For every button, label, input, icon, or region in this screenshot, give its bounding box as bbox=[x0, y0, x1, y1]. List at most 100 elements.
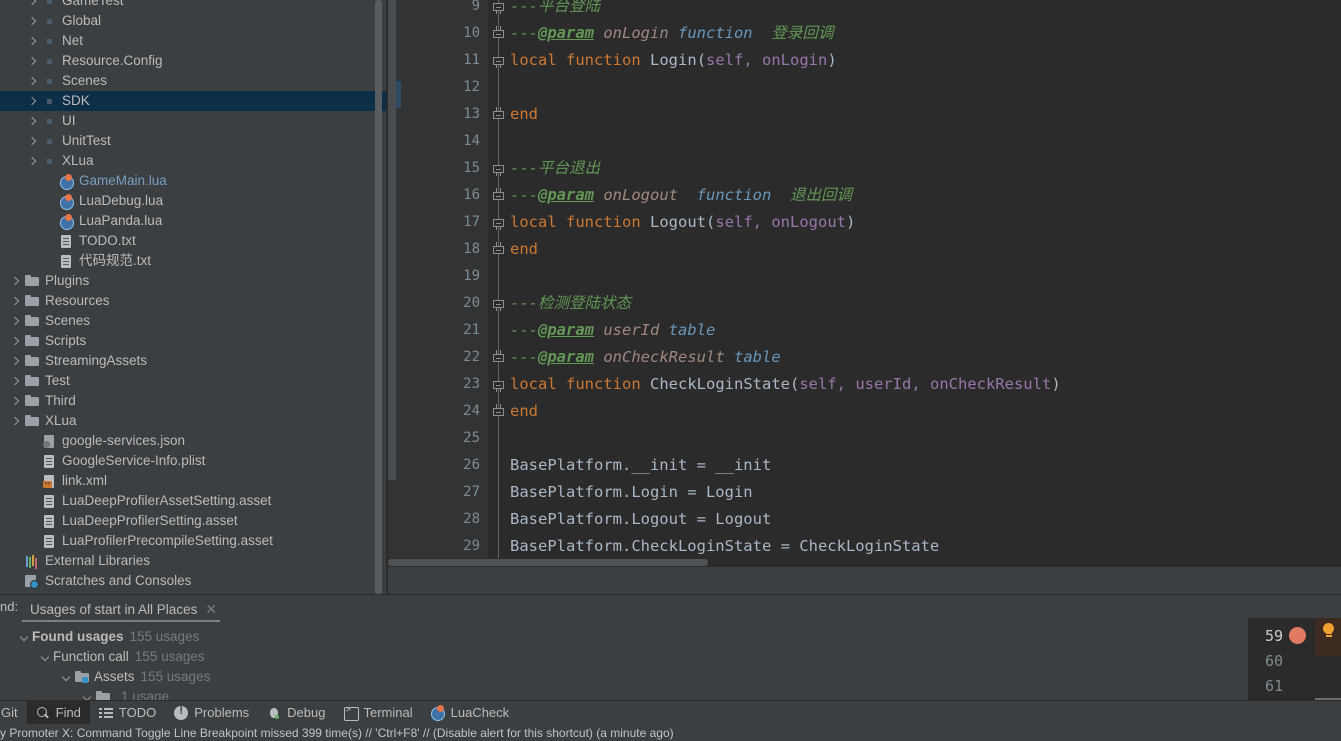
code-editor[interactable]: 9 10 11 12 13 14 15 16 17 18 19 20 21 22 23 24 25 26 27 28 2… bbox=[388, 0, 1341, 567]
chevron-right-icon[interactable] bbox=[26, 155, 39, 168]
tree-item-luaprofilerprecompilesetting-asset[interactable]: LuaProfilerPrecompileSetting.asset bbox=[0, 531, 386, 551]
tree-item-scenes[interactable]: Scenes bbox=[0, 311, 386, 331]
code-line[interactable]: local function Logout(self, onLogout) bbox=[510, 209, 1341, 236]
chevron-right-icon[interactable] bbox=[26, 15, 39, 28]
tree-item-scripts[interactable]: Scripts bbox=[0, 331, 386, 351]
chevron-right-icon[interactable] bbox=[26, 95, 39, 108]
find-tool-window[interactable]: nd: Usages of start in All Places ✕ Foun… bbox=[0, 594, 1341, 704]
tool-window-tab-find[interactable]: Find bbox=[26, 700, 90, 725]
tree-item--txt[interactable]: 代码规范.txt bbox=[0, 251, 386, 271]
tree-item-gamemain-lua[interactable]: GameMain.lua bbox=[0, 171, 386, 191]
code-fold-marker[interactable] bbox=[491, 378, 506, 392]
tree-item-luadebug-lua[interactable]: LuaDebug.lua bbox=[0, 191, 386, 211]
code-fold-marker[interactable] bbox=[491, 188, 506, 202]
tool-window-tab-luacheck[interactable]: LuaCheck bbox=[422, 701, 519, 725]
tree-item-xlua[interactable]: XLua bbox=[0, 411, 386, 431]
tool-window-tab-todo[interactable]: TODO bbox=[90, 701, 165, 725]
code-line[interactable]: BasePlatform.__init = __init bbox=[510, 452, 1341, 479]
editor-code-area[interactable]: ---平台登陆 ---@param onLogin function 登录回调 lo… bbox=[510, 0, 1341, 555]
tree-item-link-xml[interactable]: <> link.xml bbox=[0, 471, 386, 491]
code-fold-marker[interactable] bbox=[491, 242, 506, 256]
code-line[interactable]: ---平台登陆 bbox=[510, 0, 1341, 20]
find-results-tree[interactable]: Found usages 155 usages Function call 155 u… bbox=[0, 627, 1341, 705]
close-icon[interactable]: ✕ bbox=[205, 602, 217, 616]
code-line[interactable]: BasePlatform.CheckLoginState = CheckLogi… bbox=[510, 533, 1341, 560]
code-line[interactable]: end bbox=[510, 101, 1341, 128]
chevron-right-icon[interactable] bbox=[9, 355, 22, 368]
code-line[interactable]: local function Login(self, onLogin) bbox=[510, 47, 1341, 74]
chevron-right-icon[interactable] bbox=[9, 295, 22, 308]
tree-item-test[interactable]: Test bbox=[0, 371, 386, 391]
code-line[interactable] bbox=[510, 263, 1341, 290]
code-fold-marker[interactable] bbox=[491, 0, 506, 14]
tool-window-tab-git[interactable]: Git bbox=[0, 701, 27, 725]
chevron-right-icon[interactable] bbox=[9, 275, 22, 288]
tree-item-streamingassets[interactable]: StreamingAssets bbox=[0, 351, 386, 371]
code-line[interactable] bbox=[510, 128, 1341, 155]
code-line[interactable]: ---平台退出 bbox=[510, 155, 1341, 182]
code-fold-marker[interactable] bbox=[491, 162, 506, 176]
chevron-right-icon[interactable] bbox=[9, 375, 22, 388]
find-result-tab[interactable]: Usages of start in All Places ✕ bbox=[30, 597, 217, 621]
tree-item-luadeepprofilerassetsetting-asset[interactable]: LuaDeepProfilerAssetSetting.asset bbox=[0, 491, 386, 511]
tree-item-resources[interactable]: Resources bbox=[0, 291, 386, 311]
editor-code-folding-strip[interactable] bbox=[488, 0, 510, 567]
code-fold-marker[interactable] bbox=[491, 26, 506, 40]
tool-window-tab-terminal[interactable]: Terminal bbox=[334, 701, 421, 725]
tree-item-google-services-json[interactable]: google-services.json bbox=[0, 431, 386, 451]
tree-item-scratches-and-consoles[interactable]: Scratches and Consoles bbox=[0, 571, 386, 591]
tree-item-luadeepprofilersetting-asset[interactable]: LuaDeepProfilerSetting.asset bbox=[0, 511, 386, 531]
lightbulb-icon[interactable] bbox=[1322, 623, 1334, 636]
tree-item-global[interactable]: Global bbox=[0, 11, 386, 31]
tree-item-ui[interactable]: UI bbox=[0, 111, 386, 131]
chevron-right-icon[interactable] bbox=[26, 75, 39, 88]
chevron-down-icon[interactable] bbox=[60, 670, 74, 684]
bottom-tool-window-bar[interactable]: Git Find TODO Problems Debug Terminal LuaCheck bbox=[0, 700, 1341, 725]
code-line[interactable]: end bbox=[510, 398, 1341, 425]
chevron-right-icon[interactable] bbox=[26, 115, 39, 128]
breakpoint-icon[interactable] bbox=[1289, 627, 1306, 644]
chevron-right-icon[interactable] bbox=[26, 135, 39, 148]
code-fold-marker[interactable] bbox=[491, 54, 506, 68]
tree-item-scenes[interactable]: Scenes bbox=[0, 71, 386, 91]
chevron-down-icon[interactable] bbox=[39, 650, 53, 664]
tree-item-resource-config[interactable]: Resource.Config bbox=[0, 51, 386, 71]
code-fold-marker[interactable] bbox=[491, 350, 506, 364]
code-fold-marker[interactable] bbox=[491, 297, 506, 311]
tree-item-xlua[interactable]: XLua bbox=[0, 151, 386, 171]
chevron-right-icon[interactable] bbox=[26, 35, 39, 48]
find-result-row[interactable]: Assets 155 usages bbox=[0, 667, 1341, 687]
chevron-right-icon[interactable] bbox=[26, 0, 39, 8]
code-line[interactable]: local function CheckLoginState(self, use… bbox=[510, 371, 1341, 398]
find-result-row[interactable]: Found usages 155 usages bbox=[0, 627, 1341, 647]
tool-window-tab-problems[interactable]: Problems bbox=[165, 701, 258, 725]
code-fold-marker[interactable] bbox=[491, 404, 506, 418]
sidebar-vertical-scrollbar[interactable] bbox=[375, 0, 382, 594]
find-result-row[interactable]: Function call 155 usages bbox=[0, 647, 1341, 667]
editor-line-number-gutter[interactable]: 9 10 11 12 13 14 15 16 17 18 19 20 21 22 23 24 25 26 27 28 2… bbox=[396, 0, 488, 567]
project-tree-panel[interactable]: GameTest Global Net Resource.Config Scenes SD… bbox=[0, 0, 386, 594]
code-line[interactable]: ---@param onLogout function 退出回调 bbox=[510, 182, 1341, 209]
code-line[interactable]: end bbox=[510, 236, 1341, 263]
tool-window-tab-debug[interactable]: Debug bbox=[258, 701, 334, 725]
chevron-right-icon[interactable] bbox=[9, 335, 22, 348]
editor-horizontal-scrollbar[interactable] bbox=[388, 558, 1341, 567]
code-line[interactable]: ---@param onLogin function 登录回调 bbox=[510, 20, 1341, 47]
tree-item-todo-txt[interactable]: TODO.txt bbox=[0, 231, 386, 251]
code-line[interactable] bbox=[510, 74, 1341, 101]
code-line[interactable] bbox=[510, 425, 1341, 452]
scrollbar-thumb[interactable] bbox=[388, 559, 708, 566]
chevron-right-icon[interactable] bbox=[9, 415, 22, 428]
code-fold-marker[interactable] bbox=[491, 216, 506, 230]
tree-item-luapanda-lua[interactable]: LuaPanda.lua bbox=[0, 211, 386, 231]
code-fold-marker[interactable] bbox=[491, 107, 506, 121]
scrollbar-thumb[interactable] bbox=[375, 0, 382, 594]
code-line[interactable]: ---检测登陆状态 bbox=[510, 290, 1341, 317]
code-line[interactable]: ---@param onCheckResult table bbox=[510, 344, 1341, 371]
tree-item-net[interactable]: Net bbox=[0, 31, 386, 51]
tree-item-gametest[interactable]: GameTest bbox=[0, 0, 386, 11]
tree-item-third[interactable]: Third bbox=[0, 391, 386, 411]
code-line[interactable]: ---@param userId table bbox=[510, 317, 1341, 344]
tree-item-unittest[interactable]: UnitTest bbox=[0, 131, 386, 151]
chevron-right-icon[interactable] bbox=[9, 315, 22, 328]
